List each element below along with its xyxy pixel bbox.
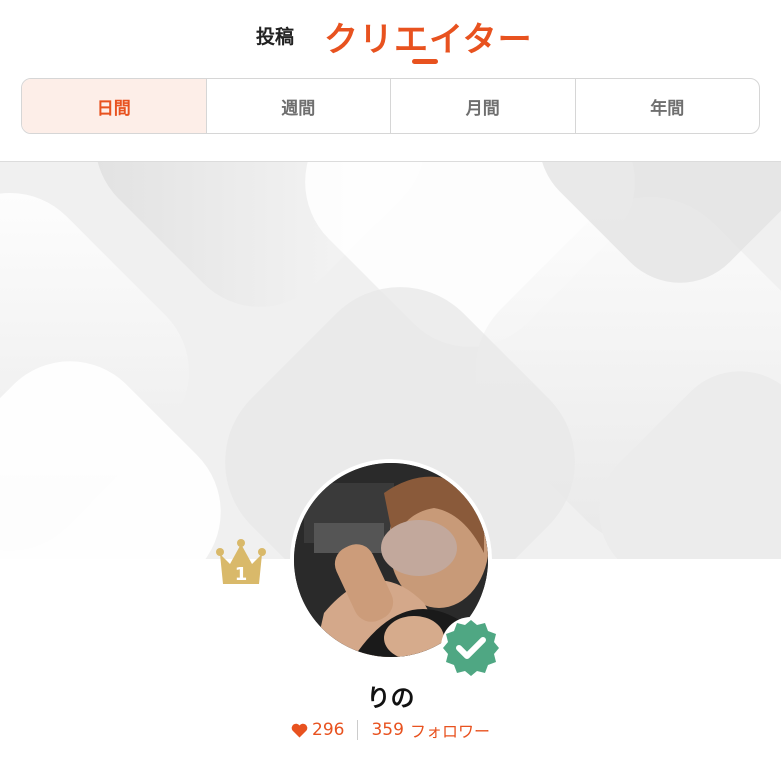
active-tab-indicator	[412, 59, 438, 64]
likes-count: 296	[312, 720, 345, 740]
crown-icon: 1	[216, 539, 266, 585]
followers-label[interactable]: フォロワー	[410, 718, 490, 742]
period-yearly[interactable]: 年間	[576, 79, 760, 133]
heart-icon	[291, 723, 308, 737]
followers-count[interactable]: 359	[371, 720, 403, 740]
top-tab-bar: 投稿 クリエイター	[0, 0, 781, 66]
creator-stats: 296 359 フォロワー	[0, 718, 781, 742]
tab-creator[interactable]: クリエイター	[324, 12, 533, 61]
rank-number: 1	[235, 564, 248, 585]
period-weekly[interactable]: 週間	[207, 79, 391, 133]
verified-badge-icon	[441, 617, 501, 677]
creator-name[interactable]: りの	[0, 678, 781, 713]
period-selector: 日間 週間 月間 年間	[21, 78, 760, 134]
tab-post[interactable]: 投稿	[256, 22, 294, 49]
period-daily[interactable]: 日間	[22, 79, 207, 133]
period-monthly[interactable]: 月間	[391, 79, 576, 133]
stats-separator	[357, 720, 359, 740]
